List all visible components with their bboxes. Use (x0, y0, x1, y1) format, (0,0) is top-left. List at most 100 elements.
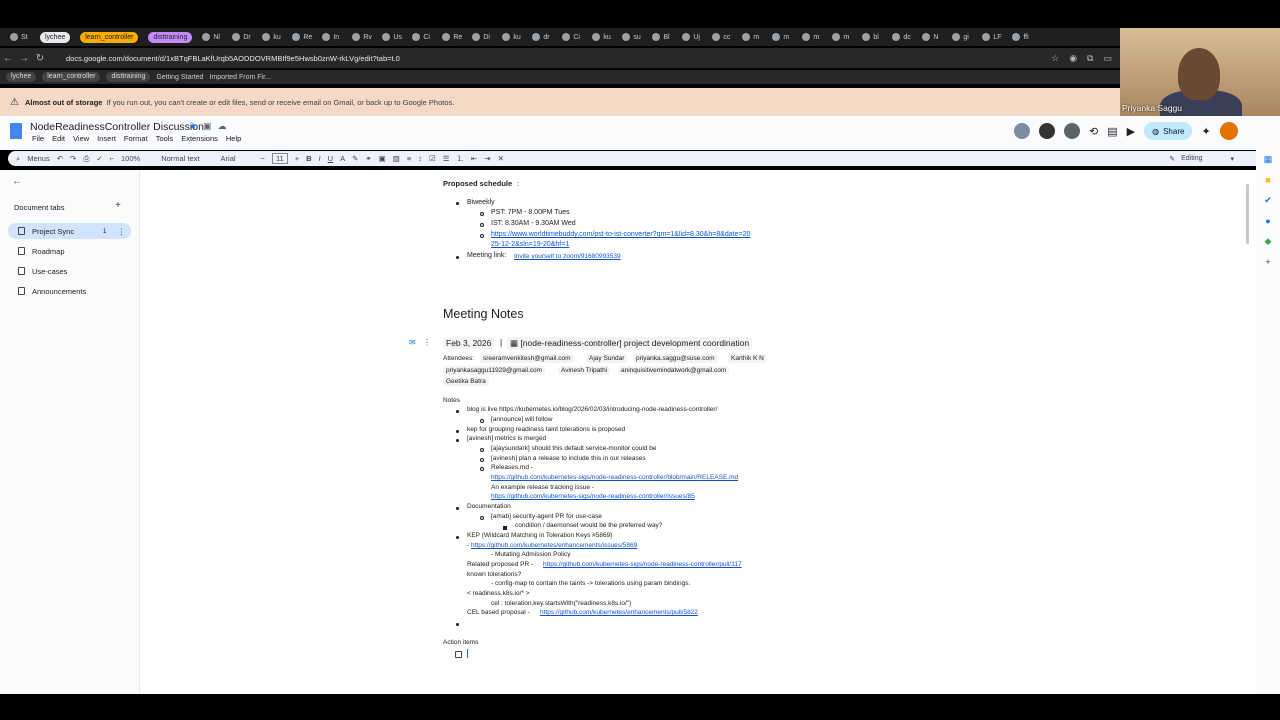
paint-format-icon[interactable]: ⌐ (110, 154, 114, 163)
browser-tab[interactable]: Re (438, 30, 466, 44)
browser-tab[interactable]: Di (468, 30, 496, 44)
font-size-increase-icon[interactable]: + (295, 154, 299, 163)
collaborator-avatar[interactable] (1039, 123, 1055, 139)
attendee-chip[interactable]: aninquisitivemindatwork@gmail.com (618, 366, 730, 375)
undo-icon[interactable]: ↶ (57, 154, 63, 163)
browser-tab[interactable]: dr (528, 30, 556, 44)
meeting-link[interactable]: Invite yourself to zoom/91680993539 (514, 253, 621, 260)
browser-tab[interactable]: ffi (1008, 30, 1036, 44)
sidebar-panel-icon[interactable]: ▭ (1103, 53, 1112, 64)
browser-tab[interactable]: learn_controller (76, 30, 142, 44)
gemini-icon[interactable]: ✦ (1201, 125, 1210, 138)
browser-tab[interactable]: In (318, 30, 346, 44)
sidebar-item-announcements[interactable]: Announcements (8, 283, 131, 299)
collaborator-avatar[interactable] (1064, 123, 1080, 139)
browser-tab[interactable]: m (798, 30, 826, 44)
move-folder-icon[interactable]: ▣ (203, 121, 212, 132)
share-button[interactable]: ◍ Share (1144, 122, 1193, 140)
increase-indent-icon[interactable]: ⇥ (484, 154, 490, 163)
menu-insert[interactable]: Insert (97, 134, 116, 143)
docs-logo-icon[interactable] (10, 123, 22, 139)
sidebar-item-roadmap[interactable]: Roadmap (8, 243, 131, 259)
add-addon-icon[interactable]: + (1265, 257, 1270, 267)
extensions-puzzle-icon[interactable]: ⧉ (1087, 53, 1093, 64)
decrease-indent-icon[interactable]: ⇤ (471, 154, 477, 163)
browser-tab[interactable]: Us (378, 30, 406, 44)
browser-tab[interactable]: m (738, 30, 766, 44)
highlight-icon[interactable]: ✎ (352, 154, 358, 163)
document-title[interactable]: NodeReadinessController Discussion (30, 121, 204, 133)
keep-icon[interactable]: ■ (1265, 175, 1270, 185)
sidebar-item-project-sync[interactable]: Project Sync 1 ⋮ (8, 223, 131, 239)
tab-group-pill[interactable]: learn_controller (80, 31, 139, 43)
browser-tab[interactable]: LF (978, 30, 1006, 44)
cloud-status-icon[interactable]: ☁ (218, 121, 227, 132)
menu-extensions[interactable]: Extensions (181, 134, 218, 143)
align-icon[interactable]: ≡ (407, 154, 411, 163)
numbered-list-icon[interactable]: ⒈ (456, 153, 464, 164)
extension-icon[interactable]: ◉ (1069, 53, 1077, 64)
editing-mode-select[interactable]: ✎ Editing ▾ (1169, 155, 1234, 163)
forward-arrow-icon[interactable]: → (16, 53, 32, 64)
italic-icon[interactable]: I (319, 154, 321, 163)
browser-tab[interactable]: Rv (348, 30, 376, 44)
cel-proposal-link[interactable]: https://github.com/kubernetes/enhancemen… (540, 609, 698, 616)
email-draft-icon[interactable]: ✉ (409, 338, 416, 347)
contacts-icon[interactable]: ● (1265, 216, 1270, 226)
collaborator-avatar[interactable] (1014, 123, 1030, 139)
font-size-input[interactable]: 11 (271, 153, 288, 164)
browser-tab[interactable]: Dr (228, 30, 256, 44)
line-spacing-icon[interactable]: ↕ (418, 154, 422, 163)
browser-tab[interactable]: Ci (408, 30, 436, 44)
bookmark-item[interactable]: lychee (6, 72, 37, 82)
maps-icon[interactable]: ◆ (1265, 236, 1272, 247)
date-chip[interactable]: Feb 3, 2026 (443, 337, 495, 349)
menu-view[interactable]: View (73, 134, 89, 143)
bookmark-item[interactable]: Getting Started (156, 74, 203, 81)
zoom-select[interactable]: 100% (121, 154, 140, 163)
kep-issue-link[interactable]: https://github.com/kubernetes/enhancemen… (471, 542, 637, 549)
bookmark-star-icon[interactable]: ☆ (1051, 53, 1059, 64)
attendee-chip[interactable]: priyankasaggu11929@gmail.com (443, 366, 546, 375)
menu-tools[interactable]: Tools (156, 134, 174, 143)
menu-format[interactable]: Format (124, 134, 148, 143)
release-issue-link[interactable]: https://github.com/kubernetes-sigs/node-… (491, 493, 695, 500)
bookmark-item[interactable]: Imported From Fir... (209, 74, 270, 81)
calendar-icon[interactable]: ▦ (1264, 154, 1273, 165)
text-color-icon[interactable]: A (340, 154, 345, 163)
attendee-chip[interactable]: Geetika Batra (443, 377, 489, 386)
link-icon[interactable]: ⚭ (365, 154, 371, 163)
tab-group-pill[interactable]: disttraining (148, 31, 193, 43)
tasks-icon[interactable]: ✔ (1264, 195, 1272, 206)
checklist-icon[interactable]: ☑ (429, 154, 436, 163)
menu-file[interactable]: File (32, 134, 44, 143)
back-arrow-icon[interactable]: ← (12, 176, 22, 187)
attendee-chip[interactable]: Ajay Sundar (586, 354, 628, 363)
bookmark-item[interactable]: disttraining (106, 72, 151, 82)
attendee-chip[interactable]: priyanka.saggu@suse.com (633, 354, 718, 363)
menus-search[interactable]: Menus (27, 154, 50, 163)
checkbox[interactable] (455, 651, 462, 658)
attendee-chip[interactable]: sreeramvenkitesh@gmail.com (480, 354, 574, 363)
browser-tab[interactable]: ku (258, 30, 286, 44)
print-icon[interactable]: ⎙ (83, 154, 89, 164)
redo-icon[interactable]: ↷ (70, 154, 76, 163)
image-icon[interactable]: ▨ (393, 154, 400, 163)
browser-tab[interactable]: cc (708, 30, 736, 44)
timezone-link[interactable]: https://www.worldtimebuddy.com/pst-to-is… (491, 231, 750, 238)
menu-help[interactable]: Help (226, 134, 241, 143)
browser-tab[interactable]: ku (498, 30, 526, 44)
browser-tab[interactable]: N (918, 30, 946, 44)
attendee-chip[interactable]: Avinesh Tripathi (558, 366, 611, 375)
font-size-decrease-icon[interactable]: − (261, 154, 265, 163)
style-select[interactable]: Normal text (161, 154, 199, 163)
back-arrow-icon[interactable]: ← (0, 53, 16, 64)
browser-tab[interactable]: su (618, 30, 646, 44)
browser-tab[interactable]: St (6, 30, 34, 44)
browser-tab[interactable]: Nl (198, 30, 226, 44)
browser-tab[interactable]: Ci (558, 30, 586, 44)
document-page[interactable] (140, 170, 1260, 694)
underline-icon[interactable]: U (328, 154, 333, 163)
bold-icon[interactable]: B (306, 154, 311, 163)
tab-group-pill[interactable]: lychee (40, 31, 71, 43)
